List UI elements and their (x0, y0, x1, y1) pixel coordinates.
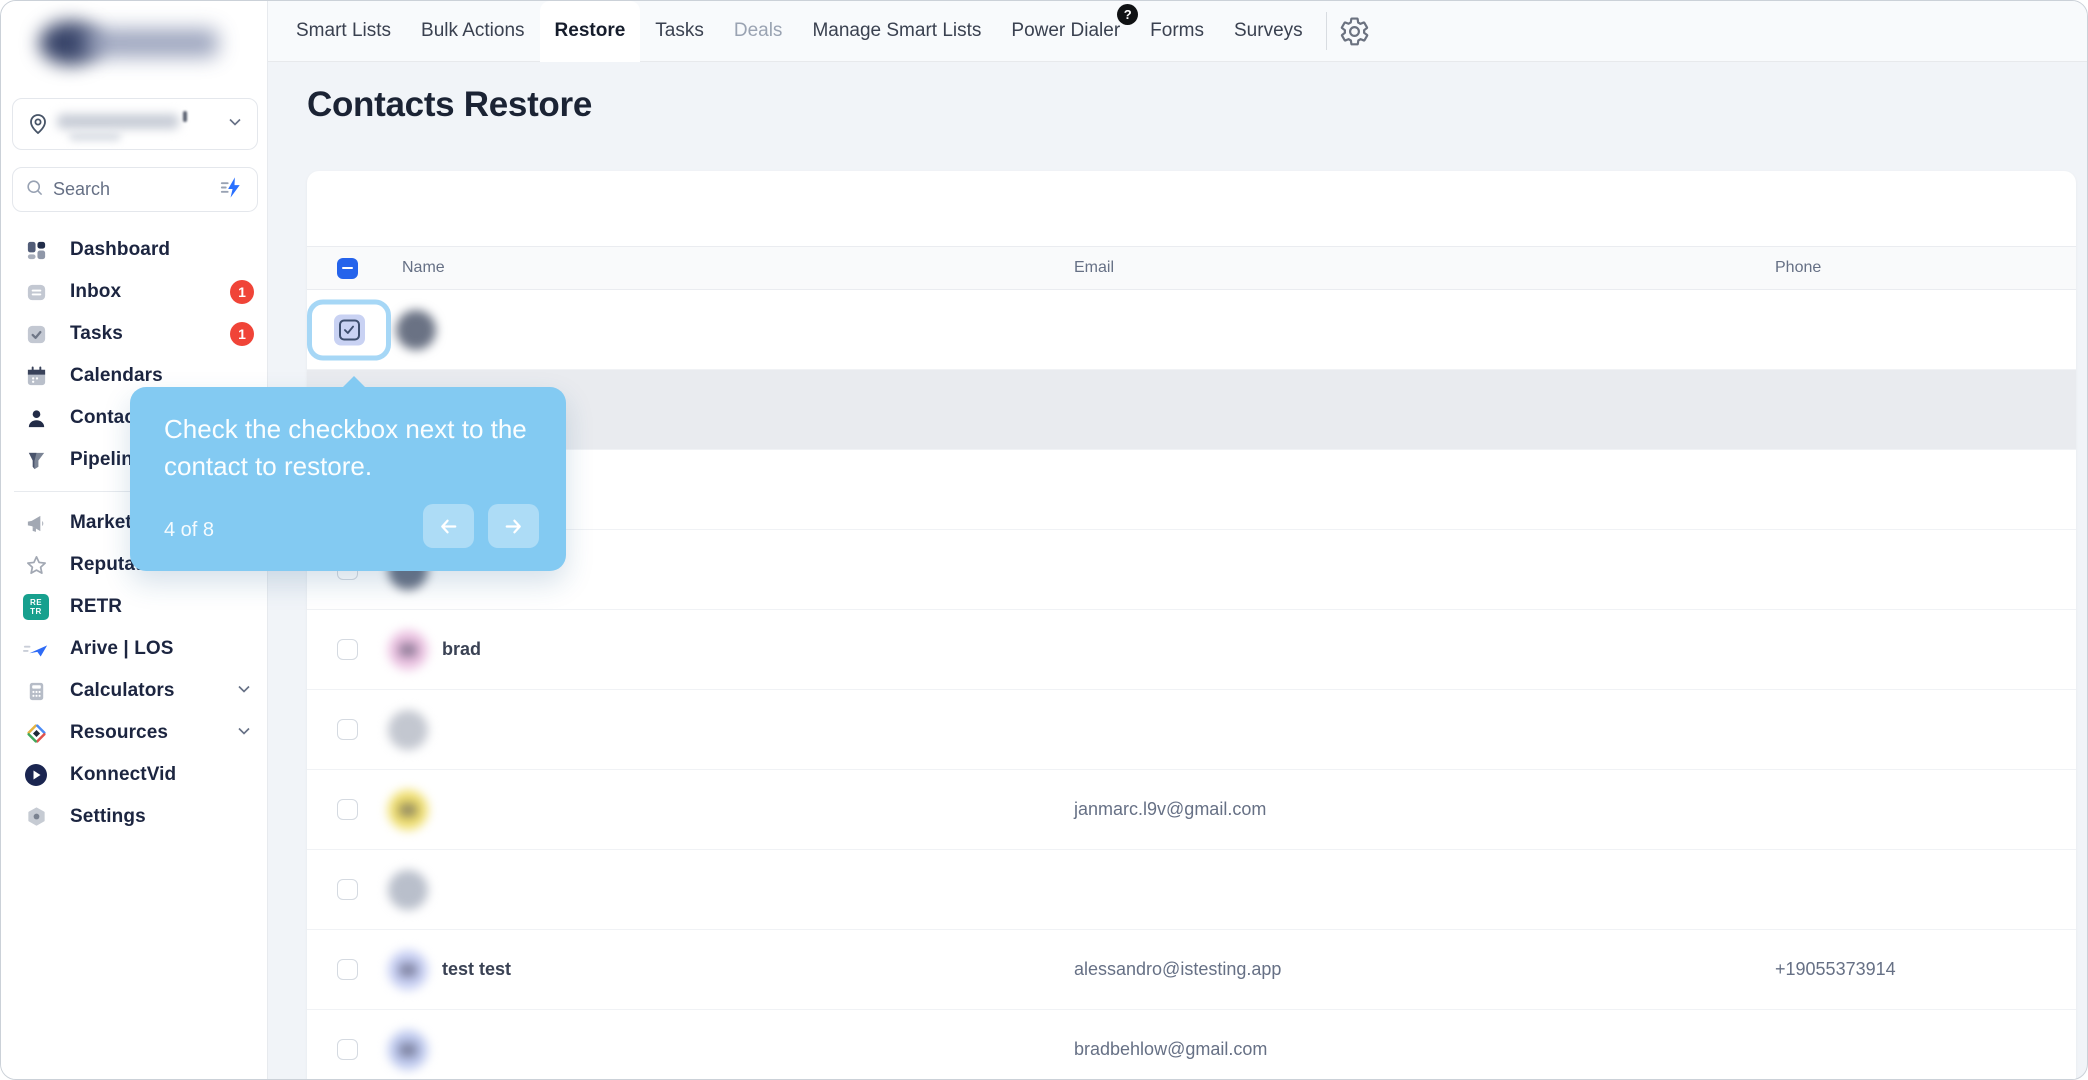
row-checkbox[interactable] (337, 719, 358, 740)
select-all-checkbox[interactable] (337, 257, 358, 279)
tooltip-text: Check the checkbox next to the contact t… (164, 414, 527, 481)
tour-tooltip: Check the checkbox next to the contact t… (130, 376, 566, 571)
column-header-email: Email (1074, 259, 1115, 276)
page-title: Contacts Restore (307, 85, 592, 124)
inbox-count-badge: 1 (230, 280, 254, 304)
table-row[interactable]: brad (307, 610, 2076, 690)
tour-step-counter: 4 of 8 (164, 519, 215, 541)
tooltip-caret-up (342, 376, 366, 388)
avatar (388, 789, 428, 830)
table-row[interactable] (307, 370, 2076, 450)
row-checkbox[interactable] (337, 639, 358, 660)
row-checkbox-checked[interactable] (338, 319, 360, 340)
company-logo (31, 15, 236, 71)
tasks-count-badge: 1 (230, 322, 254, 346)
quick-actions-bolt-icon[interactable] (218, 174, 245, 206)
contacts-restore-table-card: Name Email Phone brad janmarc.l9v@gmail.… (307, 171, 2076, 1079)
tour-highlight-ring (307, 299, 391, 360)
search-placeholder: Search (53, 179, 111, 199)
tab-bar-divider (1325, 12, 1327, 50)
chevron-down-icon (225, 112, 245, 137)
table-row[interactable] (307, 530, 2076, 610)
location-name-blurred (57, 114, 179, 129)
column-header-phone: Phone (1775, 259, 1822, 276)
chevron-down-icon (234, 679, 254, 704)
location-selector[interactable] (12, 98, 258, 150)
table-row[interactable]: janmarc.l9v@gmail.com (307, 770, 2076, 850)
settings-icon (23, 804, 49, 830)
table-row[interactable]: bradbehlow@gmail.com (307, 1010, 2076, 1079)
checkbox-focus-halo (333, 314, 365, 345)
tab-surveys[interactable]: Surveys (1219, 1, 1318, 62)
tab-bulk-actions[interactable]: Bulk Actions (406, 1, 540, 62)
row-checkbox[interactable] (337, 1039, 358, 1060)
tour-prev-button[interactable] (423, 504, 474, 548)
tab-deals[interactable]: Deals (719, 1, 798, 62)
table-toolbar-empty (307, 171, 2076, 246)
sidebar-item-settings[interactable]: Settings (1, 796, 268, 838)
search-icon (25, 178, 44, 202)
table-row[interactable] (307, 290, 2076, 370)
row-checkbox[interactable] (337, 959, 358, 980)
tab-power-dialer[interactable]: Power Dialer ? (996, 1, 1139, 62)
tab-forms[interactable]: Forms (1135, 1, 1219, 62)
row-checkbox[interactable] (337, 799, 358, 820)
tab-tasks[interactable]: Tasks (640, 1, 719, 62)
megaphone-icon (23, 510, 49, 536)
tab-restore[interactable]: Restore (539, 1, 641, 62)
tab-manage-smart-lists[interactable]: Manage Smart Lists (797, 1, 996, 62)
settings-gear-icon[interactable] (1339, 16, 1370, 47)
sidebar-item-resources[interactable]: Resources (1, 712, 268, 754)
tab-smart-lists[interactable]: Smart Lists (281, 1, 406, 62)
table-row[interactable] (307, 850, 2076, 930)
calculator-icon (23, 678, 49, 704)
chevron-down-icon (234, 721, 254, 746)
contacts-icon (23, 405, 49, 431)
logo-blurred (83, 29, 218, 57)
avatar (388, 1029, 428, 1070)
table-header: Name Email Phone (307, 246, 2076, 290)
table-row[interactable]: test test alessandro@istesting.app +1905… (307, 930, 2076, 1010)
table-row[interactable] (307, 450, 2076, 530)
sidebar-item-inbox[interactable]: Inbox 1 (1, 271, 268, 313)
indeterminate-minus-icon (342, 266, 353, 270)
location-name-blurred (183, 111, 187, 122)
sidebar-item-calculators[interactable]: Calculators (1, 670, 268, 712)
avatar (388, 949, 428, 990)
column-header-name: Name (402, 259, 445, 276)
avatar (396, 309, 436, 350)
sidebar-item-konnectvid[interactable]: KonnectVid (1, 754, 268, 796)
location-subtext-blurred (69, 132, 121, 141)
dashboard-icon (23, 237, 49, 263)
retr-logo: RE TR (23, 594, 49, 620)
avatar (388, 869, 428, 910)
contacts-tab-bar: Smart Lists Bulk Actions Restore Tasks D… (268, 1, 2087, 62)
pipeline-funnel-icon (23, 447, 49, 473)
table-row[interactable] (307, 690, 2076, 770)
sidebar-item-retr[interactable]: RE TR RETR (1, 586, 268, 628)
row-checkbox[interactable] (337, 879, 358, 900)
star-icon (23, 552, 49, 578)
play-icon (23, 762, 49, 788)
arive-arrow-icon (23, 636, 49, 662)
calendar-icon (23, 363, 49, 389)
avatar (388, 709, 428, 750)
app-window: Search Dashboard Inbox 1 Tasks 1 Calenda… (0, 0, 2088, 1080)
sidebar-item-dashboard[interactable]: Dashboard (1, 229, 268, 271)
inbox-icon (23, 279, 49, 305)
sidebar-item-tasks[interactable]: Tasks 1 (1, 313, 268, 355)
map-pin-icon (25, 111, 51, 137)
tasks-icon (23, 321, 49, 347)
tour-next-button[interactable] (488, 504, 539, 548)
sidebar-item-arive-los[interactable]: Arive | LOS (1, 628, 268, 670)
resources-icon (23, 720, 49, 746)
avatar (388, 629, 428, 670)
search-input[interactable]: Search (12, 167, 258, 212)
